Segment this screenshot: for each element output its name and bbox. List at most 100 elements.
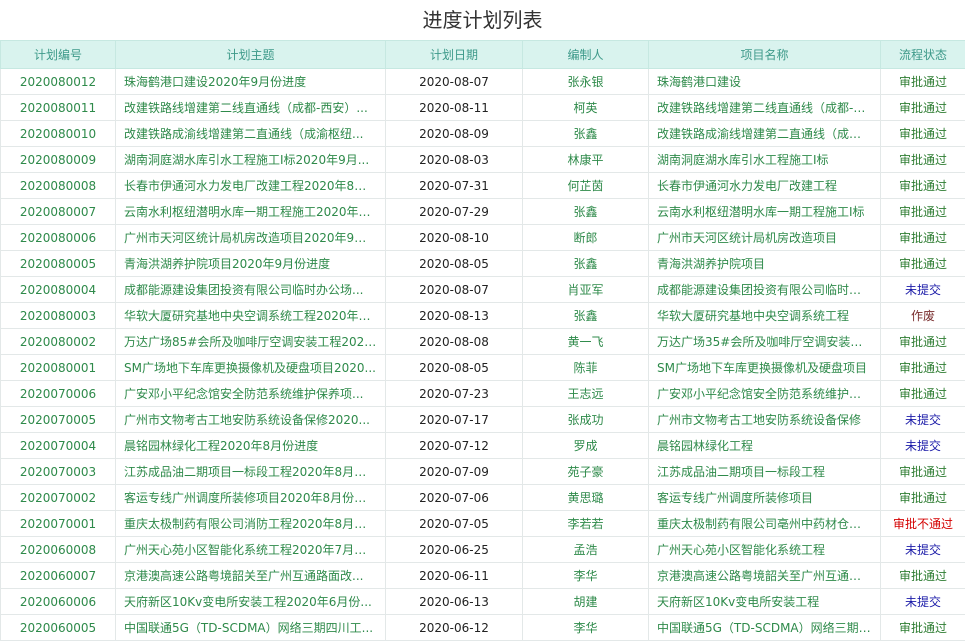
cell-plan-subject[interactable]: 改建铁路成渝线增建第二直通线（成渝枢纽...	[116, 121, 386, 147]
cell-plan-code[interactable]: 2020060005	[1, 615, 116, 641]
cell-plan-code[interactable]: 2020080012	[1, 69, 116, 95]
cell-plan-subject[interactable]: 天府新区10Kv变电所安装工程2020年6月份...	[116, 589, 386, 615]
cell-project-name[interactable]: 万达广场35#会所及咖啡厅空调安装工程	[649, 329, 881, 355]
cell-status: 审批通过	[881, 147, 965, 173]
table-row[interactable]: 2020080002万达广场85#会所及咖啡厅空调安装工程2020...2020…	[1, 329, 965, 355]
table-row[interactable]: 2020080003华软大厦研究基地中央空调系统工程2020年9...2020-…	[1, 303, 965, 329]
cell-plan-subject[interactable]: 改建铁路线增建第二线直通线（成都-西安）...	[116, 95, 386, 121]
table-row[interactable]: 2020070002客运专线广州调度所装修项目2020年8月份进度2020-07…	[1, 485, 965, 511]
column-header-project[interactable]: 项目名称	[649, 41, 881, 69]
cell-plan-code[interactable]: 2020060007	[1, 563, 116, 589]
table-row[interactable]: 2020080007云南水利枢纽潜明水库一期工程施工2020年8...2020-…	[1, 199, 965, 225]
cell-plan-subject[interactable]: 客运专线广州调度所装修项目2020年8月份进度	[116, 485, 386, 511]
cell-plan-code[interactable]: 2020080010	[1, 121, 116, 147]
cell-plan-code[interactable]: 2020070005	[1, 407, 116, 433]
cell-plan-code[interactable]: 2020080004	[1, 277, 116, 303]
cell-plan-subject[interactable]: 京港澳高速公路粤境韶关至广州互通路面改...	[116, 563, 386, 589]
cell-plan-subject[interactable]: 重庆太极制药有限公司消防工程2020年8月份...	[116, 511, 386, 537]
cell-project-name[interactable]: 广州市文物考古工地安防系统设备保修	[649, 407, 881, 433]
cell-project-name[interactable]: 广州市天河区统计局机房改造项目	[649, 225, 881, 251]
table-row[interactable]: 2020080010改建铁路成渝线增建第二直通线（成渝枢纽...2020-08-…	[1, 121, 965, 147]
cell-plan-code[interactable]: 2020070003	[1, 459, 116, 485]
table-row[interactable]: 2020060006天府新区10Kv变电所安装工程2020年6月份...2020…	[1, 589, 965, 615]
cell-project-name[interactable]: 天府新区10Kv变电所安装工程	[649, 589, 881, 615]
cell-plan-date: 2020-08-13	[386, 303, 523, 329]
table-row[interactable]: 2020080006广州市天河区统计局机房改造项目2020年9月...2020-…	[1, 225, 965, 251]
cell-project-name[interactable]: 江苏成品油二期项目一标段工程	[649, 459, 881, 485]
cell-plan-code[interactable]: 2020060008	[1, 537, 116, 563]
cell-project-name[interactable]: 青海洪湖养护院项目	[649, 251, 881, 277]
column-header-subject[interactable]: 计划主题	[116, 41, 386, 69]
table-row[interactable]: 2020070003江苏成品油二期项目一标段工程2020年8月份...2020-…	[1, 459, 965, 485]
cell-plan-subject[interactable]: SM广场地下车库更换摄像机及硬盘项目2020...	[116, 355, 386, 381]
cell-project-name[interactable]: 京港澳高速公路粤境韶关至广州互通路面改...	[649, 563, 881, 589]
cell-plan-code[interactable]: 2020080006	[1, 225, 116, 251]
cell-plan-code[interactable]: 2020070002	[1, 485, 116, 511]
column-header-author[interactable]: 编制人	[523, 41, 649, 69]
table-row[interactable]: 2020060008广州天心苑小区智能化系统工程2020年7月份...2020-…	[1, 537, 965, 563]
cell-project-name[interactable]: 晨铭园林绿化工程	[649, 433, 881, 459]
cell-author: 王志远	[523, 381, 649, 407]
table-row[interactable]: 2020070006广安邓小平纪念馆安全防范系统维护保养项...2020-07-…	[1, 381, 965, 407]
table-row[interactable]: 2020080005青海洪湖养护院项目2020年9月份进度2020-08-05张…	[1, 251, 965, 277]
cell-plan-subject[interactable]: 广安邓小平纪念馆安全防范系统维护保养项...	[116, 381, 386, 407]
cell-project-name[interactable]: 华软大厦研究基地中央空调系统工程	[649, 303, 881, 329]
table-row[interactable]: 2020080008长春市伊通河水力发电厂改建工程2020年8月...2020-…	[1, 173, 965, 199]
cell-project-name[interactable]: 成都能源建设集团投资有限公司临时办公场...	[649, 277, 881, 303]
cell-project-name[interactable]: SM广场地下车库更换摄像机及硬盘项目	[649, 355, 881, 381]
table-row[interactable]: 2020080011改建铁路线增建第二线直通线（成都-西安）...2020-08…	[1, 95, 965, 121]
cell-plan-subject[interactable]: 广州天心苑小区智能化系统工程2020年7月份...	[116, 537, 386, 563]
cell-project-name[interactable]: 广安邓小平纪念馆安全防范系统维护保养项目	[649, 381, 881, 407]
cell-plan-subject[interactable]: 青海洪湖养护院项目2020年9月份进度	[116, 251, 386, 277]
cell-plan-code[interactable]: 2020070001	[1, 511, 116, 537]
cell-project-name[interactable]: 广州天心苑小区智能化系统工程	[649, 537, 881, 563]
cell-plan-code[interactable]: 2020080008	[1, 173, 116, 199]
table-row[interactable]: 2020060007京港澳高速公路粤境韶关至广州互通路面改...2020-06-…	[1, 563, 965, 589]
cell-project-name[interactable]: 改建铁路成渝线增建第二直通线（成渝枢纽...	[649, 121, 881, 147]
table-row[interactable]: 2020070001重庆太极制药有限公司消防工程2020年8月份...2020-…	[1, 511, 965, 537]
cell-project-name[interactable]: 中国联通5G（TD-SCDMA）网络三期四川工程	[649, 615, 881, 641]
cell-project-name[interactable]: 重庆太极制药有限公司亳州中药材仓储物流...	[649, 511, 881, 537]
column-header-status[interactable]: 流程状态	[881, 41, 965, 69]
cell-project-name[interactable]: 长春市伊通河水力发电厂改建工程	[649, 173, 881, 199]
cell-plan-code[interactable]: 2020080011	[1, 95, 116, 121]
column-header-code[interactable]: 计划编号	[1, 41, 116, 69]
cell-plan-subject[interactable]: 万达广场85#会所及咖啡厅空调安装工程2020...	[116, 329, 386, 355]
cell-plan-subject[interactable]: 成都能源建设集团投资有限公司临时办公场...	[116, 277, 386, 303]
cell-plan-code[interactable]: 2020080002	[1, 329, 116, 355]
cell-plan-subject[interactable]: 广州市天河区统计局机房改造项目2020年9月...	[116, 225, 386, 251]
cell-plan-subject[interactable]: 江苏成品油二期项目一标段工程2020年8月份...	[116, 459, 386, 485]
table-row[interactable]: 2020070005广州市文物考古工地安防系统设备保修2020...2020-0…	[1, 407, 965, 433]
cell-plan-date: 2020-07-12	[386, 433, 523, 459]
cell-project-name[interactable]: 改建铁路线增建第二线直通线（成都-西安）...	[649, 95, 881, 121]
cell-plan-subject[interactable]: 晨铭园林绿化工程2020年8月份进度	[116, 433, 386, 459]
table-row[interactable]: 2020060005中国联通5G（TD-SCDMA）网络三期四川工...2020…	[1, 615, 965, 641]
cell-plan-subject[interactable]: 长春市伊通河水力发电厂改建工程2020年8月...	[116, 173, 386, 199]
cell-plan-subject[interactable]: 中国联通5G（TD-SCDMA）网络三期四川工...	[116, 615, 386, 641]
cell-plan-code[interactable]: 2020080003	[1, 303, 116, 329]
cell-project-name[interactable]: 云南水利枢纽潜明水库一期工程施工Ⅰ标	[649, 199, 881, 225]
cell-plan-subject[interactable]: 云南水利枢纽潜明水库一期工程施工2020年8...	[116, 199, 386, 225]
cell-plan-subject[interactable]: 珠海鹤港口建设2020年9月份进度	[116, 69, 386, 95]
cell-plan-code[interactable]: 2020080007	[1, 199, 116, 225]
cell-plan-code[interactable]: 2020070006	[1, 381, 116, 407]
cell-project-name[interactable]: 珠海鹤港口建设	[649, 69, 881, 95]
cell-plan-code[interactable]: 2020080009	[1, 147, 116, 173]
cell-author: 张永银	[523, 69, 649, 95]
table-row[interactable]: 2020080004成都能源建设集团投资有限公司临时办公场...2020-08-…	[1, 277, 965, 303]
table-row[interactable]: 2020080001SM广场地下车库更换摄像机及硬盘项目2020...2020-…	[1, 355, 965, 381]
table-row[interactable]: 2020080009湖南洞庭湖水库引水工程施工Ⅰ标2020年9月...2020-…	[1, 147, 965, 173]
table-row[interactable]: 2020080012珠海鹤港口建设2020年9月份进度2020-08-07张永银…	[1, 69, 965, 95]
cell-project-name[interactable]: 湖南洞庭湖水库引水工程施工Ⅰ标	[649, 147, 881, 173]
table-row[interactable]: 2020070004晨铭园林绿化工程2020年8月份进度2020-07-12罗成…	[1, 433, 965, 459]
cell-project-name[interactable]: 客运专线广州调度所装修项目	[649, 485, 881, 511]
cell-author: 何芷茵	[523, 173, 649, 199]
cell-plan-code[interactable]: 2020080005	[1, 251, 116, 277]
cell-plan-code[interactable]: 2020060006	[1, 589, 116, 615]
cell-plan-subject[interactable]: 湖南洞庭湖水库引水工程施工Ⅰ标2020年9月...	[116, 147, 386, 173]
cell-plan-code[interactable]: 2020070004	[1, 433, 116, 459]
cell-plan-subject[interactable]: 华软大厦研究基地中央空调系统工程2020年9...	[116, 303, 386, 329]
column-header-date[interactable]: 计划日期	[386, 41, 523, 69]
cell-plan-code[interactable]: 2020080001	[1, 355, 116, 381]
cell-plan-subject[interactable]: 广州市文物考古工地安防系统设备保修2020...	[116, 407, 386, 433]
